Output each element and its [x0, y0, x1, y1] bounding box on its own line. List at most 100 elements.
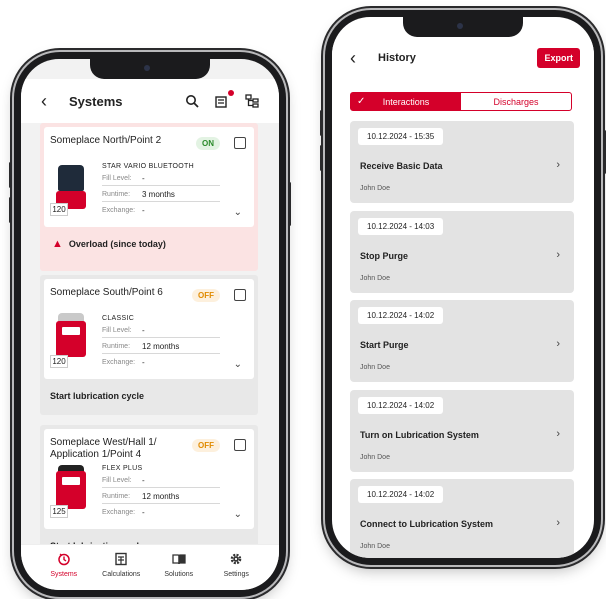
history-entry[interactable]: 10.12.2024 - 14:02 Start Purge John Doe …: [350, 300, 574, 382]
tree-structure-icon[interactable]: [243, 92, 261, 110]
select-checkbox[interactable]: [234, 439, 246, 451]
lubricator-image: [56, 465, 86, 509]
entry-user: John Doe: [360, 454, 390, 461]
page-title: Systems: [69, 93, 123, 109]
chevron-left-icon[interactable]: ‹: [350, 48, 372, 69]
search-icon[interactable]: [183, 92, 201, 110]
tab-calculations[interactable]: Calculations: [95, 551, 147, 582]
camera: [457, 23, 463, 29]
device-cap: [58, 165, 84, 191]
tab-interactions[interactable]: ✓ Interactions: [351, 93, 461, 110]
bottom-tab-bar: Systems Calculations Solutions Settings: [21, 544, 279, 590]
runtime-row: Runtime: 12 months: [102, 489, 220, 504]
fill-level-value: -: [142, 173, 145, 183]
history-entry[interactable]: 10.12.2024 - 14:03 Stop Purge John Doe ›: [350, 211, 574, 293]
segment-label: Interactions: [382, 96, 430, 107]
system-card[interactable]: Someplace South/Point 6 OFF 120 CLASSIC …: [44, 279, 254, 379]
systems-header: ‹ Systems: [21, 79, 279, 123]
history-entry[interactable]: 10.12.2024 - 15:35 Receive Basic Data Jo…: [350, 121, 574, 203]
tab-label: Calculations: [102, 571, 141, 578]
chevron-right-icon: ›: [556, 517, 560, 529]
fill-level-row: Fill Level: -: [102, 323, 220, 338]
entry-timestamp: 10.12.2024 - 14:02: [358, 307, 444, 324]
status-badge: OFF: [192, 439, 220, 452]
phone-systems: ‹ Systems Someplace North/Point 2 ON 120…: [9, 52, 291, 597]
product-name: STAR VARIO BLUETOOTH: [102, 163, 194, 170]
lubricator-image: [56, 313, 86, 357]
volume-button: [9, 197, 12, 223]
entry-user: John Doe: [360, 185, 390, 192]
entry-user: John Doe: [360, 275, 390, 282]
systems-screen: ‹ Systems Someplace North/Point 2 ON 120…: [21, 59, 279, 590]
system-item[interactable]: Someplace North/Point 2 ON 120 STAR VARI…: [40, 123, 258, 271]
camera: [144, 65, 150, 71]
chevron-left-icon[interactable]: ‹: [41, 91, 63, 112]
exchange-row: Exchange: -: [102, 505, 220, 520]
entry-action: Receive Basic Data: [360, 161, 443, 171]
runtime-label: Runtime:: [102, 492, 131, 500]
notification-dot: [228, 90, 234, 96]
fill-level-label: Fill Level:: [102, 174, 132, 182]
history-entry[interactable]: 10.12.2024 - 14:02 Turn on Lubrication S…: [350, 390, 574, 472]
system-card[interactable]: Someplace West/Hall 1/ Application 1/Poi…: [44, 429, 254, 529]
entry-user: John Doe: [360, 543, 390, 550]
fill-level-value: -: [142, 475, 145, 485]
chevron-right-icon: ›: [556, 249, 560, 261]
entry-action: Stop Purge: [360, 251, 409, 261]
notch: [403, 17, 523, 37]
fill-level-label: Fill Level:: [102, 326, 132, 334]
fill-level-label: Fill Level:: [102, 476, 132, 484]
entry-action: Turn on Lubrication System: [360, 430, 479, 440]
runtime-label: Runtime:: [102, 190, 131, 198]
select-checkbox[interactable]: [234, 137, 246, 149]
system-name: Someplace North/Point 2: [50, 135, 162, 146]
entry-timestamp: 10.12.2024 - 14:02: [358, 397, 444, 414]
chevron-down-icon[interactable]: ⌄: [234, 359, 242, 370]
tab-label: Systems: [50, 571, 78, 578]
runtime-row: Runtime: 3 months: [102, 187, 220, 202]
segment-label: Discharges: [493, 96, 539, 107]
book-icon: [172, 551, 186, 567]
tab-solutions[interactable]: Solutions: [153, 551, 205, 582]
chevron-down-icon[interactable]: ⌄: [234, 207, 242, 218]
status-badge: ON: [196, 137, 220, 150]
runtime-value: 12 months: [142, 341, 180, 351]
system-card[interactable]: Someplace North/Point 2 ON 120 STAR VARI…: [44, 127, 254, 227]
status-badge: OFF: [192, 289, 220, 302]
exchange-row: Exchange: -: [102, 203, 220, 218]
exchange-row: Exchange: -: [102, 355, 220, 370]
entry-timestamp: 10.12.2024 - 15:35: [358, 128, 444, 145]
tab-label: Settings: [223, 571, 249, 578]
chevron-right-icon: ›: [556, 159, 560, 171]
system-name: Someplace South/Point 6: [50, 287, 163, 298]
history-entry[interactable]: 10.12.2024 - 14:02 Connect to Lubricatio…: [350, 479, 574, 558]
exchange-label: Exchange:: [102, 509, 136, 516]
bluetooth-list-icon[interactable]: [213, 90, 234, 110]
volume-button: [320, 110, 323, 136]
tab-systems[interactable]: Systems: [38, 551, 90, 582]
runtime-row: Runtime: 12 months: [102, 339, 220, 354]
device-label: [62, 327, 80, 335]
system-item[interactable]: Someplace South/Point 6 OFF 120 CLASSIC …: [40, 275, 258, 415]
tab-settings[interactable]: Settings: [210, 551, 262, 582]
fill-level-row: Fill Level: -: [102, 171, 220, 186]
exchange-label: Exchange:: [102, 207, 136, 214]
systems-list: Someplace North/Point 2 ON 120 STAR VARI…: [21, 123, 279, 565]
chevron-down-icon[interactable]: ⌄: [234, 509, 242, 520]
tab-discharges[interactable]: Discharges: [461, 93, 571, 110]
exchange-label: Exchange:: [102, 359, 136, 366]
page-title: History: [378, 52, 416, 64]
device-label: [62, 477, 80, 485]
notch: [90, 59, 210, 79]
select-checkbox[interactable]: [234, 289, 246, 301]
volume-button: [320, 145, 323, 171]
system-name: Someplace West/Hall 1/ Application 1/Poi…: [50, 437, 157, 460]
start-lubrication-button[interactable]: Start lubrication cycle: [50, 391, 144, 401]
size-label: 120: [50, 355, 68, 368]
check-icon: ✓: [357, 96, 366, 107]
entry-timestamp: 10.12.2024 - 14:02: [358, 486, 444, 503]
gear-icon: [229, 551, 243, 567]
export-button[interactable]: Export: [537, 48, 580, 68]
history-segmented-control: ✓ Interactions Discharges: [350, 92, 572, 111]
runtime-value: 12 months: [142, 491, 180, 501]
